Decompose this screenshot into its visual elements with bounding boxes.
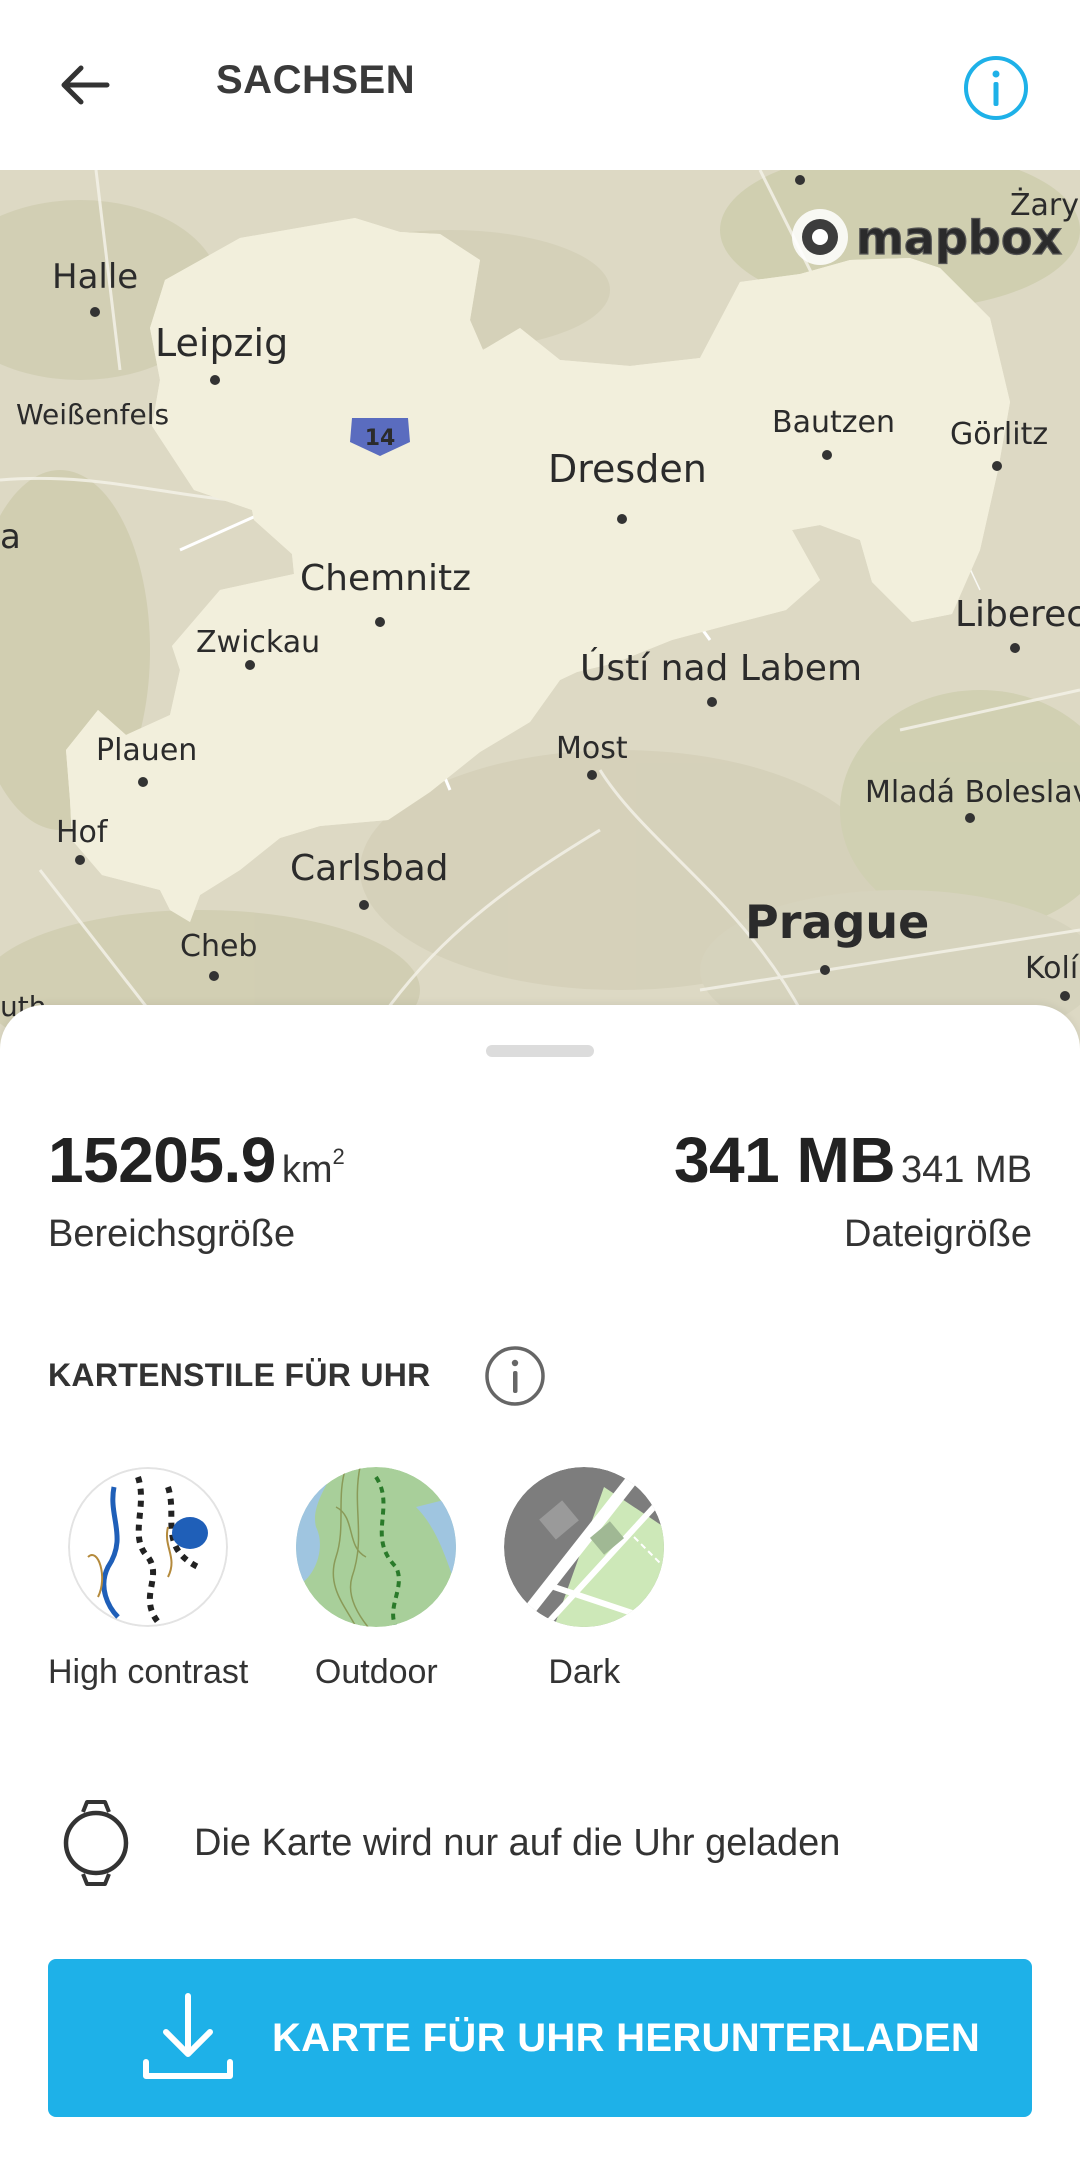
note-text: Die Karte wird nur auf die Uhr geladen — [194, 1821, 841, 1864]
style-label-outdoor: Outdoor — [314, 1653, 438, 1691]
place-label-mlada: Mladá Boleslav — [865, 775, 1080, 810]
bottom-sheet: 15205.9 km2 Bereichsgröße 341 MB 341 MB Da… — [0, 1005, 1080, 2162]
app-header: SACHSEN — [0, 0, 1080, 170]
watch-icon — [48, 1795, 144, 1891]
place-label-bautzen: Bautzen — [772, 405, 895, 440]
place-label-edge-left: a — [0, 517, 21, 557]
style-option-high-contrast[interactable]: High contrast — [48, 1467, 248, 1692]
map-styles-title: KARTENSTILE FÜR UHR — [48, 1357, 431, 1393]
place-label-goerlitz: Görlitz — [950, 417, 1048, 452]
info-circle-icon — [485, 1346, 545, 1406]
back-button[interactable] — [40, 45, 130, 125]
place-label-most: Most — [556, 731, 628, 766]
region-map[interactable]: mapbox 14 Żary Halle Leipzig Weißenfels … — [0, 170, 1080, 1050]
high-contrast-style-thumbnail — [68, 1467, 229, 1627]
outdoor-style-thumbnail — [296, 1467, 457, 1627]
area-stat: 15205.9 km2 Bereichsgröße — [48, 1123, 345, 1256]
place-label-liberec: Liberec — [955, 594, 1080, 635]
place-label-zwickau: Zwickau — [196, 625, 320, 660]
svg-text:14: 14 — [365, 426, 396, 451]
place-label-usti: Ústí nad Labem — [580, 647, 862, 689]
file-size-value: 341 MB — [673, 1124, 896, 1196]
place-label-dresden: Dresden — [548, 447, 707, 491]
page-title: SACHSEN — [216, 58, 416, 102]
style-option-outdoor[interactable]: Outdoor — [296, 1467, 457, 1692]
area-value: 15205.9 — [48, 1124, 276, 1196]
style-label-dark: Dark — [548, 1653, 621, 1691]
place-label-cheb: Cheb — [180, 929, 257, 964]
download-map-button[interactable]: KARTE FÜR UHR HERUNTERLADEN — [48, 1959, 1032, 2117]
place-label-halle: Halle — [52, 257, 138, 297]
arrow-left-icon — [61, 65, 110, 105]
place-label-plauen: Plauen — [96, 733, 197, 768]
place-label-leipzig: Leipzig — [155, 321, 288, 365]
dark-style-thumbnail — [504, 1467, 665, 1627]
download-icon — [128, 1978, 248, 2098]
info-circle-icon — [964, 56, 1028, 120]
place-label-carlsbad: Carlsbad — [290, 848, 449, 889]
style-label-high-contrast: High contrast — [48, 1653, 249, 1691]
place-label-weissenfels: Weißenfels — [16, 398, 169, 431]
watch-only-note: Die Karte wird nur auf die Uhr geladen — [48, 1795, 840, 1891]
area-label: Bereichsgröße — [48, 1213, 296, 1255]
place-label-prague: Prague — [745, 895, 929, 949]
sheet-drag-handle[interactable] — [486, 1045, 594, 1057]
map-style-list: High contrast Outdoor Dark — [48, 1467, 712, 1692]
file-size-stat: 341 MB 341 MB Dateigröße — [674, 1123, 1032, 1256]
place-label-kolin: Kolín — [1025, 951, 1080, 986]
file-size-label: Dateigröße — [844, 1213, 1032, 1255]
place-label-hof: Hof — [56, 815, 109, 850]
file-size-unit: 341 MB — [901, 1149, 1032, 1191]
style-option-dark[interactable]: Dark — [504, 1467, 665, 1692]
download-button-label: KARTE FÜR UHR HERUNTERLADEN — [272, 2015, 981, 2060]
place-label-chemnitz: Chemnitz — [300, 558, 471, 599]
map-styles-info-button[interactable] — [482, 1343, 548, 1409]
place-label-zary: Żary — [1010, 187, 1079, 223]
info-button[interactable] — [958, 50, 1034, 126]
area-unit: km2 — [281, 1144, 345, 1191]
